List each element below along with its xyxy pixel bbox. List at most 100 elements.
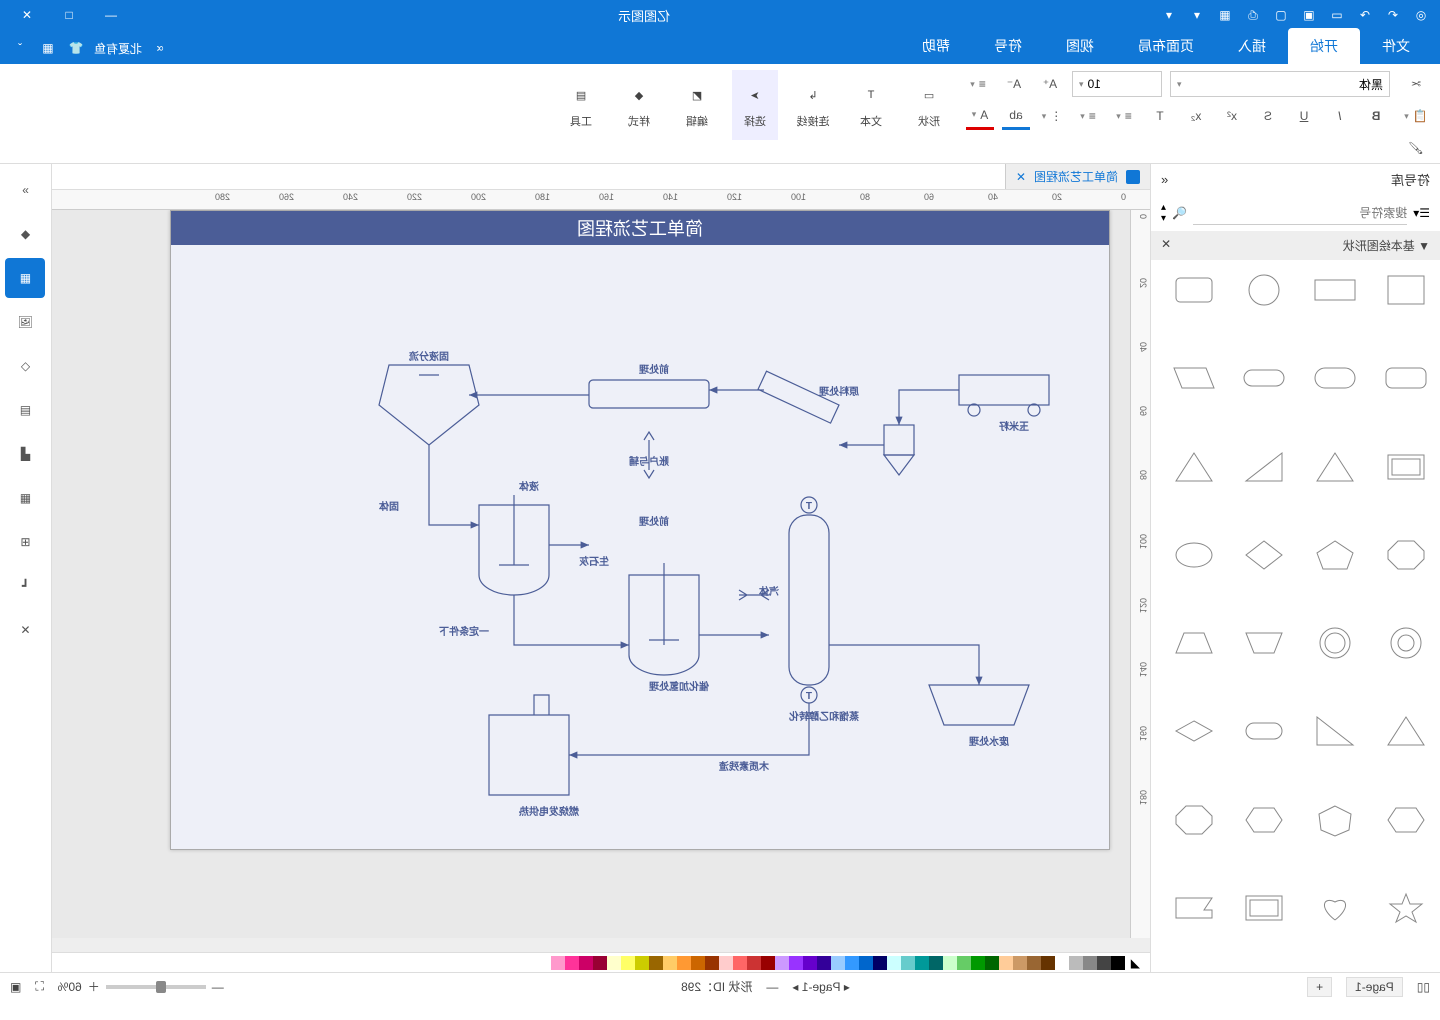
- color-swatch[interactable]: [621, 956, 635, 970]
- shape-pentagon[interactable]: [1311, 535, 1359, 575]
- color-swatch[interactable]: [845, 956, 859, 970]
- horizontal-scrollbar[interactable]: [52, 938, 1150, 952]
- pages-icon[interactable]: ▯▯: [1417, 980, 1430, 994]
- shapes-panel-icon[interactable]: ▦: [6, 258, 46, 298]
- shape-button[interactable]: ▭形状: [906, 70, 952, 140]
- color-swatch[interactable]: [1027, 956, 1041, 970]
- tab-file[interactable]: 文件: [1360, 28, 1432, 64]
- print-icon[interactable]: ⎙: [1242, 4, 1264, 26]
- shape-hdiamond[interactable]: [1170, 711, 1218, 751]
- fontcolor-icon[interactable]: A▾: [966, 102, 994, 130]
- shape-ellipse[interactable]: [1170, 535, 1218, 575]
- shape-diamond[interactable]: [1241, 535, 1289, 575]
- color-swatch[interactable]: [579, 956, 593, 970]
- page[interactable]: 简单工艺流程图 玉米籽 原料处理: [170, 210, 1110, 850]
- tab-start[interactable]: 开始: [1288, 28, 1360, 64]
- tab-symbol[interactable]: 符号: [972, 28, 1044, 64]
- list-icon[interactable]: ≡▾: [1074, 102, 1102, 130]
- document-tab[interactable]: 简单工艺流程图✕: [1005, 164, 1150, 189]
- open-icon[interactable]: ▣: [1298, 4, 1320, 26]
- shape-note[interactable]: [1170, 888, 1218, 928]
- linespace-icon[interactable]: ≡▾: [1110, 102, 1138, 130]
- shape-rtriangle2[interactable]: [1311, 711, 1359, 751]
- shape-stadium[interactable]: [1241, 711, 1289, 751]
- shape-octagon[interactable]: [1382, 535, 1430, 575]
- user-name[interactable]: 北夏有鱼: [94, 40, 142, 57]
- shape-roundrect2[interactable]: [1311, 358, 1359, 398]
- color-swatch[interactable]: [929, 956, 943, 970]
- add-page-button[interactable]: +: [1307, 977, 1332, 997]
- font-size-select[interactable]: 10▾: [1072, 71, 1162, 97]
- align-panel-icon[interactable]: ⊞: [6, 522, 46, 562]
- library-collapse-icon[interactable]: «: [1161, 172, 1168, 187]
- color-swatch[interactable]: [817, 956, 831, 970]
- tab-layout[interactable]: 页面布局: [1116, 28, 1216, 64]
- export-icon[interactable]: ▢: [1270, 4, 1292, 26]
- redo-icon[interactable]: ↷: [1354, 4, 1376, 26]
- shape-roundrect[interactable]: [1382, 358, 1430, 398]
- search-input[interactable]: [1193, 201, 1407, 225]
- style-button[interactable]: ◆样式: [616, 70, 662, 140]
- tab-insert[interactable]: 插入: [1216, 28, 1288, 64]
- color-swatch[interactable]: [943, 956, 957, 970]
- tshirt-icon[interactable]: 👕: [66, 38, 86, 58]
- subscript-icon[interactable]: x₂: [1182, 102, 1210, 130]
- text-button[interactable]: T文本: [848, 70, 894, 140]
- maximize-button[interactable]: □: [50, 0, 88, 30]
- color-swatch[interactable]: [677, 956, 691, 970]
- select-button[interactable]: ➤选择: [732, 70, 778, 140]
- shape-rounded[interactable]: [1170, 270, 1218, 310]
- shape-rect[interactable]: [1311, 270, 1359, 310]
- page-nav[interactable]: ◂ Page-1 ▸: [792, 980, 849, 994]
- underline-icon[interactable]: U: [1290, 102, 1318, 130]
- textfx-icon[interactable]: T: [1146, 102, 1174, 130]
- bold-icon[interactable]: B: [1362, 102, 1390, 130]
- bullets-icon[interactable]: ⋮▾: [1038, 102, 1066, 130]
- layers-icon[interactable]: ◇: [6, 346, 46, 386]
- shape-trapezoid[interactable]: [1170, 623, 1218, 663]
- color-swatch[interactable]: [719, 956, 733, 970]
- color-swatch[interactable]: [1055, 956, 1069, 970]
- color-swatch[interactable]: [789, 956, 803, 970]
- shape-pill[interactable]: [1241, 358, 1289, 398]
- shape-donut[interactable]: [1382, 623, 1430, 663]
- prev-page-icon[interactable]: ―: [766, 980, 778, 994]
- font-shrink-icon[interactable]: A⁻: [1000, 70, 1028, 98]
- save-icon[interactable]: ▭: [1326, 4, 1348, 26]
- page-selector[interactable]: Page-1: [1346, 977, 1403, 997]
- paste-icon[interactable]: 📋▾: [1402, 102, 1430, 130]
- color-swatch[interactable]: [1041, 956, 1055, 970]
- fit-page-icon[interactable]: ⛶: [35, 979, 43, 994]
- shape-star[interactable]: [1382, 888, 1430, 928]
- color-swatch[interactable]: [635, 956, 649, 970]
- table-icon[interactable]: ▦: [6, 478, 46, 518]
- minimize-button[interactable]: ―: [92, 0, 130, 30]
- color-swatch[interactable]: [1111, 956, 1125, 970]
- tab-help[interactable]: 帮助: [900, 28, 972, 64]
- undo-icon[interactable]: ↶: [1382, 4, 1404, 26]
- shape-triangle3[interactable]: [1382, 711, 1430, 751]
- color-swatch[interactable]: [691, 956, 705, 970]
- nav-up-icon[interactable]: ▴▾: [1161, 202, 1166, 224]
- color-swatch[interactable]: [551, 956, 565, 970]
- shape-frame[interactable]: [1382, 447, 1430, 487]
- shape-octagon2[interactable]: [1170, 800, 1218, 840]
- page-panel-icon[interactable]: ▤: [6, 390, 46, 430]
- edit-button[interactable]: ◩编辑: [674, 70, 720, 140]
- align-icon[interactable]: ≡▾: [964, 70, 992, 98]
- zoom-in-icon[interactable]: ＋: [88, 978, 100, 995]
- library-menu-icon[interactable]: ☰▾: [1413, 206, 1430, 220]
- color-swatch[interactable]: [663, 956, 677, 970]
- color-swatch[interactable]: [1069, 956, 1083, 970]
- color-swatch[interactable]: [957, 956, 971, 970]
- font-grow-icon[interactable]: A⁺: [1036, 70, 1064, 98]
- image-panel-icon[interactable]: 🖼: [6, 302, 46, 342]
- shape-triangle2[interactable]: [1170, 447, 1218, 487]
- color-swatch[interactable]: [747, 956, 761, 970]
- shape-circle[interactable]: [1241, 270, 1289, 310]
- apps-icon[interactable]: ▦: [38, 38, 58, 58]
- category-close-icon[interactable]: ✕: [1161, 237, 1171, 254]
- panel-collapse-icon[interactable]: »: [6, 170, 46, 210]
- close-button[interactable]: ✕: [8, 0, 46, 30]
- shape-heptagon[interactable]: [1311, 800, 1359, 840]
